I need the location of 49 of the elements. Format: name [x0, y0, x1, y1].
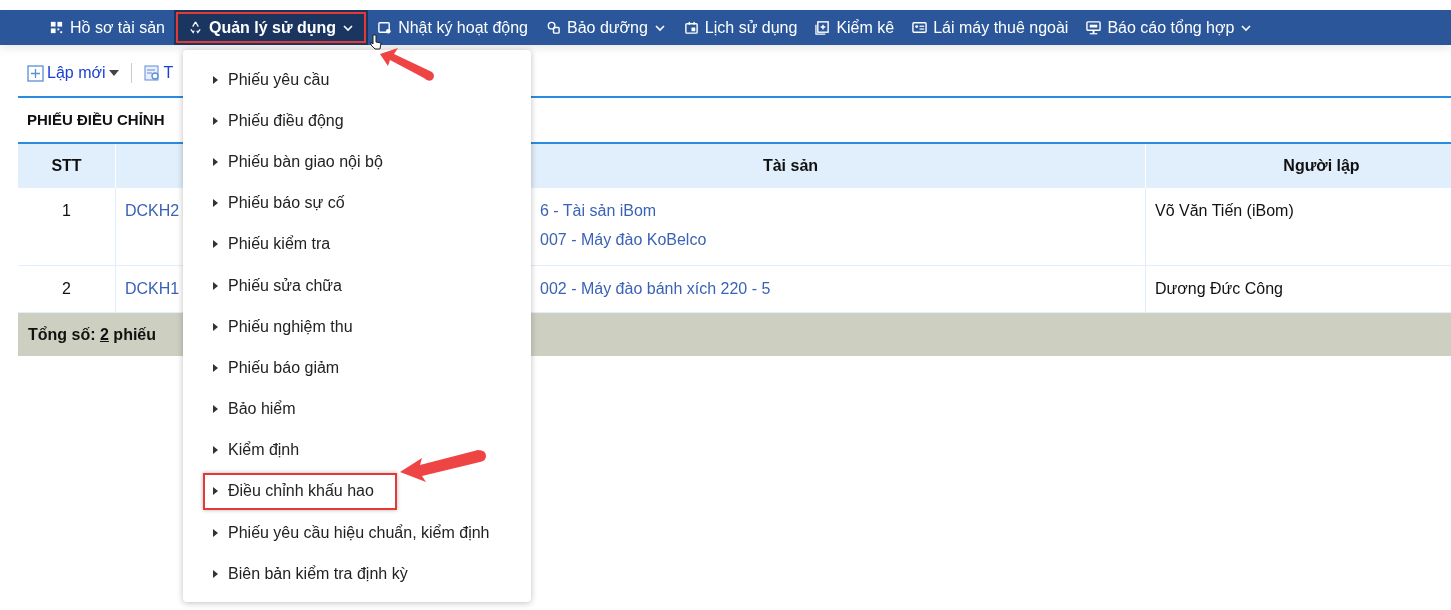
nav-tab[interactable]: Lịch sử dụng [674, 10, 807, 45]
menu-item[interactable]: Phiếu sửa chữa [183, 264, 531, 307]
column-header: STT [18, 144, 116, 188]
bullet-icon [213, 528, 218, 537]
bullet-icon [213, 446, 218, 455]
menu-item[interactable]: Phiếu điều động [183, 100, 531, 142]
code-link[interactable]: DCKH2 [125, 202, 180, 219]
menu-item[interactable]: Phiếu yêu cầu hiệu chuẩn, kiểm định [183, 512, 531, 554]
toolbar-button[interactable]: T [143, 64, 174, 82]
nav-tab[interactable]: Lái máy thuê ngoài [903, 10, 1078, 45]
menu-item[interactable]: Phiếu yêu cầu [183, 59, 531, 101]
bullet-icon [213, 322, 218, 331]
asset-link[interactable]: 6 - Tài sản iBom [540, 196, 657, 225]
caret-icon [108, 70, 119, 76]
plus-icon [815, 20, 831, 35]
nav-tab[interactable]: Hồ sơ tài sản [40, 10, 174, 45]
menu-item[interactable]: Phiếu kiểm tra [183, 223, 531, 265]
toolbar-button[interactable]: Lập mới [27, 64, 119, 82]
code-link[interactable]: DCKH1 [125, 280, 180, 297]
grid-icon [49, 20, 64, 35]
bullet-icon [213, 199, 218, 208]
menu-item[interactable]: Bảo hiểm [183, 388, 531, 430]
asset-link[interactable]: 007 - Máy đào KoBelco [540, 225, 707, 254]
nav-tab[interactable]: Nhật ký hoạt động [368, 10, 537, 45]
bullet-icon [213, 363, 218, 372]
table-cell: Võ Văn Tiến (iBom) [1146, 188, 1451, 266]
nav-tab[interactable]: Quản lý sử dụng [174, 10, 369, 45]
bullet-icon [213, 487, 218, 496]
bullet-icon [213, 281, 218, 290]
menu-item[interactable]: Điều chỉnh khấu hao [183, 470, 531, 513]
nav-tab[interactable]: Bảo dưỡng [537, 10, 675, 45]
bullet-icon [213, 405, 218, 414]
search-icon [143, 64, 161, 82]
card-icon [912, 20, 928, 35]
bullet-icon [213, 569, 218, 578]
table-cell: 1 [18, 188, 116, 266]
nav-tab[interactable]: Kiểm kê [806, 10, 904, 45]
nav-tab[interactable]: Báo cáo tổng hợp [1077, 10, 1262, 45]
column-header: Người lập [1146, 144, 1451, 188]
bullet-icon [213, 75, 218, 84]
asset-link[interactable]: 002 - Máy đào bánh xích 220 - 5 [540, 274, 771, 303]
menu-item[interactable]: Kiểm định [183, 429, 531, 471]
menu-item[interactable]: Biên bản kiểm tra định kỳ [183, 553, 531, 595]
plus-icon [27, 64, 44, 82]
bullet-icon [213, 116, 218, 125]
calendar-icon [683, 20, 699, 35]
monitor-icon [1086, 20, 1102, 35]
bullet-icon [213, 240, 218, 249]
bullet-icon [213, 157, 218, 166]
